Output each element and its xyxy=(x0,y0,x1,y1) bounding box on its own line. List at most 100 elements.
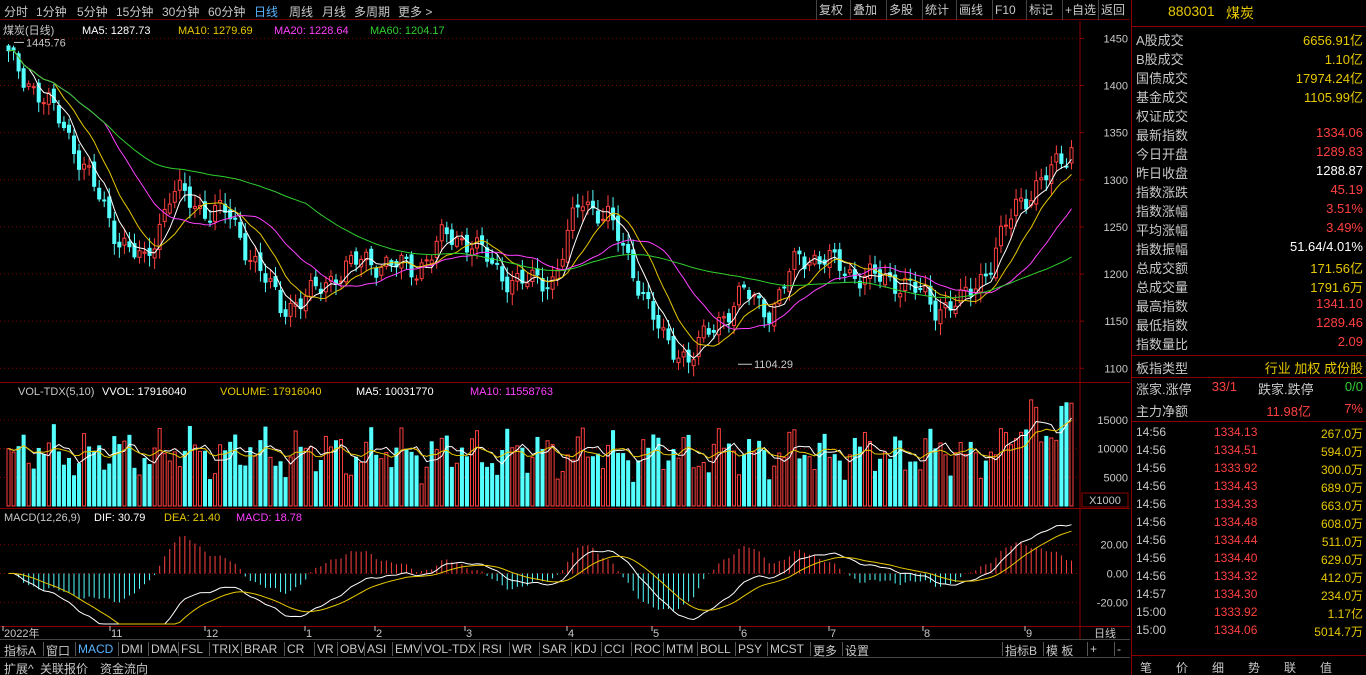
period-tab[interactable]: 分时 xyxy=(4,3,28,20)
period-tab[interactable]: 月线 xyxy=(322,3,346,20)
candle xyxy=(1019,187,1024,210)
toolbar-button[interactable]: F10 xyxy=(992,0,1018,20)
volume-bar xyxy=(11,451,16,507)
period-tab[interactable]: 30分钟 xyxy=(162,3,199,20)
indicator-tab[interactable]: VOL-TDX xyxy=(424,642,476,656)
quote-value: 45.19 xyxy=(1330,182,1363,197)
period-tab[interactable]: 60分钟 xyxy=(208,3,245,20)
candle xyxy=(913,271,918,300)
volume-bar xyxy=(197,450,202,507)
toolbar-button[interactable]: 多股 xyxy=(886,0,915,20)
toolbar-button[interactable]: 画线 xyxy=(956,0,985,20)
toolbar-button[interactable]: 返回 xyxy=(1098,0,1127,20)
y-tick-label: 15000 xyxy=(1097,415,1128,427)
panel-tab[interactable]: 价 xyxy=(1176,659,1188,675)
indicator-tab[interactable]: DMI xyxy=(121,642,143,656)
volume-bar xyxy=(827,456,832,507)
toolbar-button[interactable]: 标记 xyxy=(1026,0,1055,20)
indicator-tab[interactable]: CCI xyxy=(604,642,625,656)
kline-chart[interactable]: 1450 1400 1350 1300 1250 1200 1150 1100 煤炭(日线) MA… xyxy=(0,21,1130,639)
period-tab[interactable]: 15分钟 xyxy=(116,3,153,20)
indicator-tab[interactable]: VR xyxy=(317,642,334,656)
volume-bar xyxy=(323,435,328,507)
toolbar-button[interactable]: 统计 xyxy=(922,0,951,20)
board-type-value[interactable]: 行业 加权 成份股 xyxy=(1265,358,1363,377)
x-tick-label: 3 xyxy=(466,628,472,639)
indicator-tab[interactable]: MCST xyxy=(770,642,804,656)
indicator-tab[interactable]: RSI xyxy=(482,642,502,656)
period-tab[interactable]: 更多 > xyxy=(398,3,432,20)
indicator-tab[interactable]: DMA xyxy=(151,642,178,656)
volume-bar xyxy=(752,451,757,507)
candle xyxy=(792,247,797,281)
indicator-tab[interactable]: TRIX xyxy=(212,642,239,656)
tick-time: 14:56 xyxy=(1136,461,1167,475)
indicator-tab[interactable]: KDJ xyxy=(574,642,597,656)
indicator-tab[interactable]: + xyxy=(1090,642,1097,656)
tick-time: 14:56 xyxy=(1136,425,1167,439)
indicator-tab[interactable]: EMV xyxy=(395,642,421,656)
period-tab[interactable]: 5分钟 xyxy=(77,3,108,20)
indicator-tab[interactable]: ROC xyxy=(634,642,661,656)
panel-tab[interactable]: 细 xyxy=(1212,659,1224,675)
toolbar-button[interactable]: 叠加 xyxy=(850,0,879,20)
candle xyxy=(545,276,550,300)
indicator-tab[interactable]: MTM xyxy=(666,642,693,656)
panel-tab[interactable]: 势 xyxy=(1248,659,1260,675)
y-tick-label: 0.00 xyxy=(1107,569,1128,581)
tick-time: 14:56 xyxy=(1136,551,1167,565)
quote-row: 指数量比 2.09 xyxy=(1136,333,1363,352)
ma-label: MA10: 1279.69 xyxy=(178,25,253,37)
indicator-tab[interactable]: PSY xyxy=(738,642,762,656)
panel-tab[interactable]: 笔 xyxy=(1140,659,1152,675)
indicator-tab[interactable]: - xyxy=(1117,642,1121,656)
quote-value: 1.10亿 xyxy=(1324,52,1363,67)
candle xyxy=(61,116,66,131)
candle xyxy=(87,158,92,176)
bottom-tab[interactable]: 扩展^ xyxy=(4,660,34,675)
volume-bar xyxy=(555,478,560,507)
indicator-tab[interactable]: ASI xyxy=(367,642,386,656)
indicator-tab[interactable]: SAR xyxy=(542,642,567,656)
indicator-tab[interactable]: OBV xyxy=(340,642,365,656)
volume-bar xyxy=(273,465,278,507)
index-name: 煤炭 xyxy=(1226,5,1254,21)
indicator-tab[interactable]: BOLL xyxy=(700,642,731,656)
bottom-tab[interactable]: 关联报价 xyxy=(40,660,88,675)
volume-bar xyxy=(374,454,379,507)
tick-price: 1334.33 xyxy=(1214,497,1258,511)
tick-row: 15:00 1334.06 5014.7万 xyxy=(1136,622,1363,640)
index-code: 880301 xyxy=(1168,3,1215,19)
indicator-tab[interactable]: WR xyxy=(512,642,532,656)
quote-value: 1341.10 xyxy=(1316,296,1363,311)
volume-bar xyxy=(384,451,389,507)
volume-bar xyxy=(359,461,364,507)
volume-bar xyxy=(611,430,616,507)
volume-bar xyxy=(495,474,500,507)
bottom-tab[interactable]: 资金流向 xyxy=(100,660,148,675)
quote-row: 权证成交 xyxy=(1136,105,1363,124)
indicator-tab[interactable]: BRAR xyxy=(244,642,277,656)
panel-tab[interactable]: 联 xyxy=(1284,659,1296,675)
volume-bar xyxy=(832,454,837,507)
volume-unit: X1000 xyxy=(1089,495,1121,507)
candle xyxy=(903,268,908,302)
toolbar-button[interactable]: +自选 xyxy=(1062,0,1098,20)
quote-value: 3.51% xyxy=(1326,201,1363,216)
candle xyxy=(827,244,832,279)
quote-row: 指数振幅 51.64/4.01% xyxy=(1136,238,1363,257)
indicator-tab[interactable]: MACD xyxy=(78,642,113,656)
candle xyxy=(822,254,827,274)
period-tab[interactable]: 多周期 xyxy=(354,3,390,20)
quote-label: 最高指数 xyxy=(1136,299,1189,314)
tick-price: 1334.06 xyxy=(1214,623,1258,637)
toolbar-button[interactable]: 复权 xyxy=(816,0,845,20)
candle xyxy=(953,294,958,318)
y-tick-label: 1100 xyxy=(1104,363,1128,375)
indicator-tab[interactable]: FSL xyxy=(181,642,203,656)
panel-tab[interactable]: 值 xyxy=(1320,659,1332,675)
period-tab[interactable]: 周线 xyxy=(289,3,313,20)
period-tab[interactable]: 1分钟 xyxy=(36,3,67,20)
period-tab[interactable]: 日线 xyxy=(254,3,278,20)
indicator-tab[interactable]: CR xyxy=(287,642,304,656)
